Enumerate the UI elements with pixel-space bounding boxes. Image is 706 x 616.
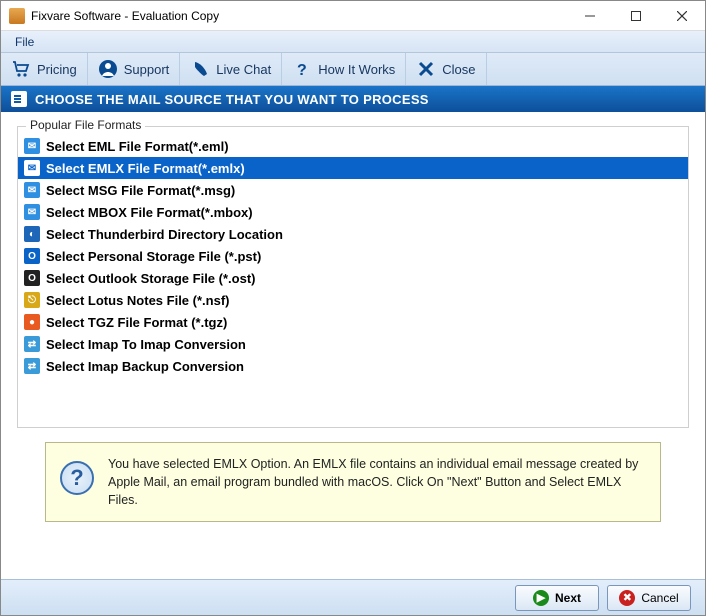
toolbar-howitworks-label: How It Works: [318, 62, 395, 77]
format-option[interactable]: ⇄ Select Imap Backup Conversion: [18, 355, 688, 377]
next-icon: ▶: [533, 590, 549, 606]
cart-icon: [11, 59, 31, 79]
support-icon: [98, 59, 118, 79]
format-label: Select Outlook Storage File (*.ost): [46, 271, 255, 286]
footer: ▶ Next ✖ Cancel: [1, 579, 705, 615]
format-icon: ⇄: [24, 336, 40, 352]
toolbar-close-label: Close: [442, 62, 475, 77]
cancel-button[interactable]: ✖ Cancel: [607, 585, 691, 611]
menubar: File: [1, 31, 705, 53]
toolbar: Pricing Support Live Chat ? How It Works…: [1, 53, 705, 86]
menu-file[interactable]: File: [7, 32, 42, 52]
format-icon: ✉: [24, 182, 40, 198]
format-icon: ✉: [24, 204, 40, 220]
format-option[interactable]: ⎋ Select Lotus Notes File (*.nsf): [18, 289, 688, 311]
format-icon: O: [24, 270, 40, 286]
toolbar-support-label: Support: [124, 62, 170, 77]
maximize-button[interactable]: [613, 1, 659, 31]
format-icon: O: [24, 248, 40, 264]
formats-fieldset: Popular File Formats ✉Select EML File Fo…: [17, 126, 689, 428]
banner-text: CHOOSE THE MAIL SOURCE THAT YOU WANT TO …: [35, 92, 429, 107]
minimize-button[interactable]: [567, 1, 613, 31]
question-icon: ?: [292, 59, 312, 79]
format-label: Select Personal Storage File (*.pst): [46, 249, 261, 264]
phone-icon: [190, 59, 210, 79]
toolbar-pricing-label: Pricing: [37, 62, 77, 77]
format-label: Select Thunderbird Directory Location: [46, 227, 283, 242]
info-box: ? You have selected EMLX Option. An EMLX…: [45, 442, 661, 522]
toolbar-livechat[interactable]: Live Chat: [180, 53, 282, 85]
format-icon: ✉: [24, 160, 40, 176]
format-label: Select EMLX File Format(*.emlx): [46, 161, 245, 176]
cancel-icon: ✖: [619, 590, 635, 606]
format-option[interactable]: ✉ Select MBOX File Format(*.mbox): [18, 201, 688, 223]
close-icon: [416, 59, 436, 79]
format-option[interactable]: ✉ Select EML File Format(*.eml): [18, 135, 688, 157]
app-icon: [9, 8, 25, 24]
next-button[interactable]: ▶ Next: [515, 585, 599, 611]
help-icon: ?: [60, 461, 94, 495]
format-option[interactable]: ⇄ Select Imap To Imap Conversion: [18, 333, 688, 355]
format-icon: ●: [24, 314, 40, 330]
format-label: Select Imap Backup Conversion: [46, 359, 244, 374]
format-label: Select MBOX File Format(*.mbox): [46, 205, 253, 220]
format-icon: ⇄: [24, 358, 40, 374]
format-icon: ✉: [24, 138, 40, 154]
format-label: Select MSG File Format(*.msg): [46, 183, 235, 198]
toolbar-close[interactable]: Close: [406, 53, 486, 85]
document-icon: [11, 91, 27, 107]
format-option[interactable]: ◐ Select Thunderbird Directory Location: [18, 223, 688, 245]
format-option[interactable]: ✉ Select MSG File Format(*.msg): [18, 179, 688, 201]
info-message: You have selected EMLX Option. An EMLX f…: [108, 455, 646, 509]
format-label: Select EML File Format(*.eml): [46, 139, 229, 154]
format-icon: ◐: [24, 226, 40, 242]
format-option[interactable]: O Select Personal Storage File (*.pst): [18, 245, 688, 267]
format-label: Select TGZ File Format (*.tgz): [46, 315, 227, 330]
format-icon: ⎋: [24, 292, 40, 308]
close-window-button[interactable]: [659, 1, 705, 31]
format-label: Select Lotus Notes File (*.nsf): [46, 293, 229, 308]
format-option[interactable]: O Select Outlook Storage File (*.ost): [18, 267, 688, 289]
svg-text:?: ?: [297, 62, 307, 78]
cancel-label: Cancel: [641, 591, 678, 605]
formats-legend: Popular File Formats: [26, 118, 145, 132]
format-option[interactable]: ✉ Select EMLX File Format(*.emlx): [18, 157, 688, 179]
next-label: Next: [555, 591, 581, 605]
toolbar-support[interactable]: Support: [88, 53, 181, 85]
toolbar-howitworks[interactable]: ? How It Works: [282, 53, 406, 85]
format-option[interactable]: ● Select TGZ File Format (*.tgz): [18, 311, 688, 333]
toolbar-livechat-label: Live Chat: [216, 62, 271, 77]
format-label: Select Imap To Imap Conversion: [46, 337, 246, 352]
titlebar: Fixvare Software - Evaluation Copy: [1, 1, 705, 31]
toolbar-pricing[interactable]: Pricing: [1, 53, 88, 85]
window-title: Fixvare Software - Evaluation Copy: [31, 9, 567, 23]
banner: CHOOSE THE MAIL SOURCE THAT YOU WANT TO …: [1, 86, 705, 112]
